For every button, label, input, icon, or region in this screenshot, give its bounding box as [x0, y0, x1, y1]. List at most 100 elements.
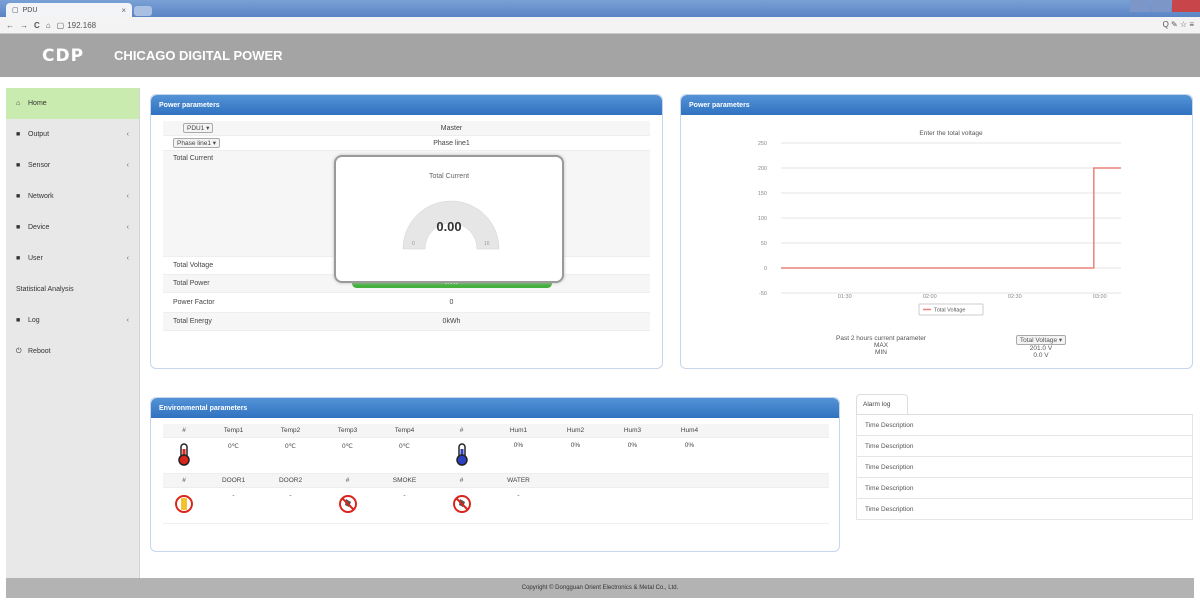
env-value-cell	[433, 442, 490, 466]
chevron-icon: ‹	[126, 131, 129, 138]
chevron-icon: ‹	[126, 162, 129, 169]
minimize-button[interactable]	[1130, 0, 1150, 12]
footer: Copyright © Dongguan Orient Electronics …	[6, 578, 1194, 598]
env-value-cell: 0℃	[285, 443, 296, 450]
env-value-cell: 0℃	[399, 443, 410, 450]
logo: CDP	[42, 45, 85, 66]
alarm-list: Time Description Time Description Time Des…	[856, 414, 1193, 520]
y-tick-label: 200	[758, 166, 767, 172]
new-tab-button[interactable]	[134, 6, 152, 16]
back-arrow-icon[interactable]: ←	[6, 21, 14, 30]
alarm-row: Time Description	[856, 499, 1193, 520]
page-icon: ▢	[56, 20, 65, 30]
env-header-cell: Temp1	[223, 427, 244, 434]
forward-arrow-icon[interactable]: →	[20, 21, 28, 30]
stats-min-label: MIN	[875, 349, 887, 356]
env-value-cell: 0%	[570, 442, 581, 449]
y-tick-label: 250	[758, 141, 767, 147]
alarm-row: Time Description	[856, 415, 1193, 436]
env-header-row: # DOOR1 DOOR2 # SMOKE # WATER	[163, 474, 829, 488]
sidebar-item-log[interactable]: ■ Log ‹	[6, 305, 139, 336]
panel-title: Power parameters	[151, 95, 662, 115]
doc-icon: ■	[16, 224, 21, 231]
stats-max-value: 201.0 V	[1029, 345, 1053, 352]
power-factor-row: Power Factor 0	[163, 293, 650, 313]
url-field[interactable]: ▢ 192.168	[57, 21, 96, 30]
doc-icon: ■	[16, 255, 21, 262]
env-header-cell: DOOR1	[221, 477, 246, 484]
sidebar-item-reboot[interactable]: ⏻ Reboot	[6, 336, 139, 367]
stats-max-label: MAX	[873, 342, 889, 349]
sidebar-item-network[interactable]: ■ Network ‹	[6, 181, 139, 212]
env-value-cell: 0℃	[228, 443, 239, 450]
sidebar-item-label: Log	[28, 317, 40, 324]
y-tick-label: 150	[758, 191, 767, 197]
door-sensor-icon	[163, 492, 205, 516]
env-value-cell: -	[517, 492, 520, 499]
env-value-row: 0℃ 0℃ 0℃ 0℃ 0% 0% 0% 0%	[163, 438, 829, 474]
alarm-row: Time Description	[856, 478, 1193, 499]
gauge-max: 16	[484, 241, 490, 247]
sidebar-item-label: Home	[28, 100, 47, 107]
gauge-min: 0	[412, 241, 415, 247]
phase-select[interactable]: Phase line1 ▾	[173, 138, 221, 148]
x-tick-label: 02:00	[923, 294, 937, 300]
sidebar-item-label: Device	[28, 224, 50, 231]
total-energy-row: Total Energy 0kWh	[163, 313, 650, 331]
y-tick-label: 100	[758, 216, 767, 222]
sidebar-item-output[interactable]: ■ Output ‹	[6, 119, 139, 150]
pdu-select[interactable]: PDU1 ▾	[183, 123, 214, 133]
window-controls	[1129, 0, 1200, 14]
maximize-button[interactable]	[1151, 0, 1171, 12]
gauge-title: Total Current	[428, 173, 470, 180]
total-voltage-label: Total Voltage	[173, 262, 214, 269]
env-value-cell: -	[403, 492, 406, 499]
sidebar-item-label: Statistical Analysis	[16, 286, 74, 293]
chevron-icon: ‹	[126, 224, 129, 231]
phase-row: Phase line1 ▾ Phase line1	[163, 136, 650, 151]
env-value-cell: 0%	[684, 442, 695, 449]
y-tick-label: 0	[764, 266, 767, 272]
y-tick-label: 50	[761, 241, 767, 247]
voltage-select[interactable]: Total Voltage ▾	[1015, 335, 1067, 345]
chevron-icon: ‹	[126, 193, 129, 200]
water-sensor-icon	[433, 492, 490, 516]
smoke-sensor-icon	[319, 492, 376, 516]
env-header-cell: Temp2	[280, 427, 301, 434]
home-icon[interactable]: ⌂	[46, 21, 51, 30]
phase-value: Phase line1	[433, 139, 470, 147]
environmental-parameters-panel: Environmental parameters # Temp1 Temp2 Temp…	[150, 397, 840, 552]
close-tab-icon[interactable]: ×	[121, 6, 126, 15]
env-header-cell: #	[459, 427, 464, 434]
env-value-cell: -	[232, 492, 235, 499]
sidebar-item-device[interactable]: ■ Device ‹	[6, 212, 139, 243]
x-tick-label: 02:30	[1008, 294, 1022, 300]
browser-tab[interactable]: ▢ PDU ×	[6, 3, 132, 17]
sidebar-item-user[interactable]: ■ User ‹	[6, 243, 139, 274]
env-value-cell	[319, 492, 376, 516]
chevron-icon: ‹	[126, 317, 129, 324]
sidebar-item-home[interactable]: ⌂ Home	[6, 88, 139, 119]
browser-toolbar-icons[interactable]: Q ✎ ☆ ≡	[1163, 20, 1194, 29]
chart-title: Enter the total voltage	[919, 130, 983, 137]
sidebar-item-sensor[interactable]: ■ Sensor ‹	[6, 150, 139, 181]
close-window-button[interactable]	[1172, 0, 1200, 12]
sidebar-item-statistical-analysis[interactable]: Statistical Analysis	[6, 274, 139, 305]
hum-sensor-icon	[433, 442, 490, 466]
env-value-cell	[163, 442, 205, 466]
temp-sensor-icon	[163, 442, 205, 466]
address-bar: ← → C ⌂ ▢ 192.168 Q ✎ ☆ ≡	[0, 17, 1200, 34]
env-header-cell: SMOKE	[392, 477, 417, 484]
reload-icon[interactable]: C	[34, 21, 40, 30]
pdu-row: PDU1 ▾ Master	[163, 121, 650, 136]
app-title: CHICAGO DIGITAL POWER	[114, 48, 283, 63]
alarm-log: Alarm log Time Description Time Descripti…	[856, 394, 1193, 524]
panel-title: Environmental parameters	[151, 398, 839, 418]
total-energy-value: 0kWh	[442, 318, 461, 325]
sidebar-item-label: Sensor	[28, 162, 51, 169]
x-tick-label: 03:00	[1093, 294, 1107, 300]
power-factor-label: Power Factor	[173, 299, 215, 306]
power-factor-value: 0	[449, 299, 454, 306]
alarm-log-tab[interactable]: Alarm log	[856, 394, 908, 414]
reboot-icon: ⏻	[16, 347, 22, 355]
